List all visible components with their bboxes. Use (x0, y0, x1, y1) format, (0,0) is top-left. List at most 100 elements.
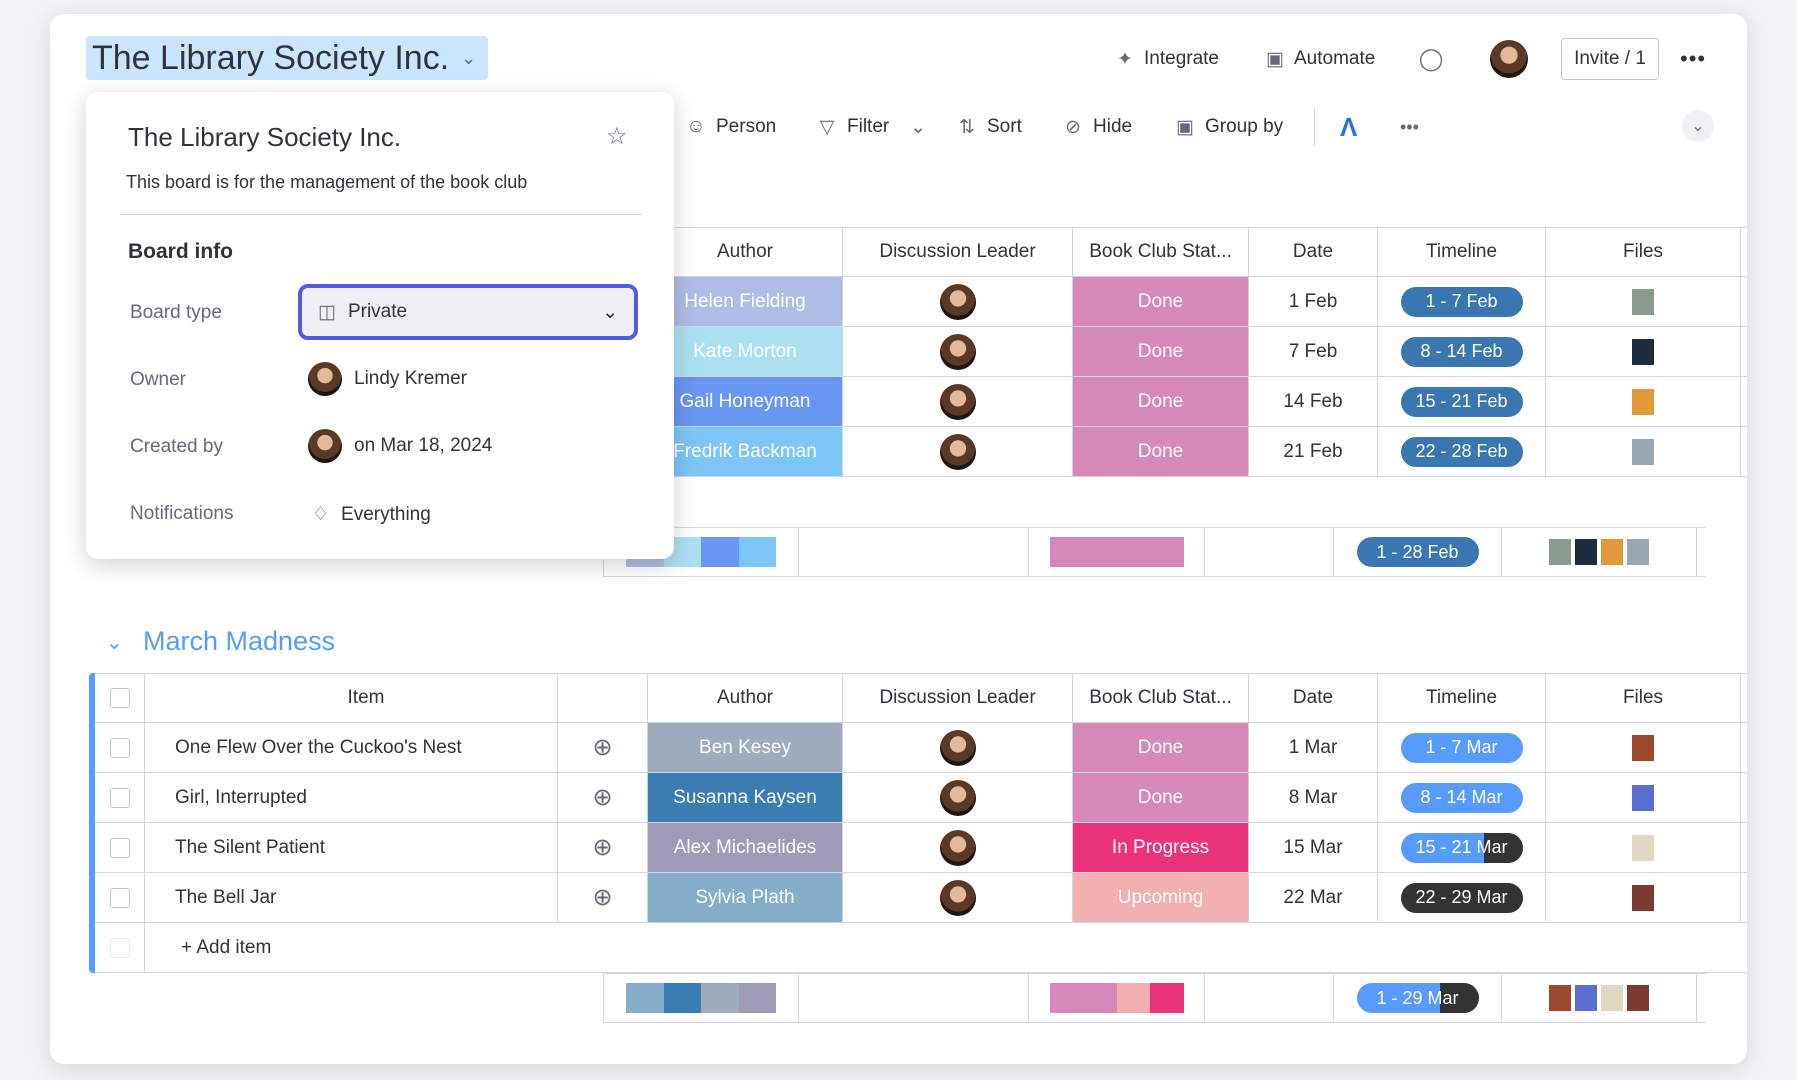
column-header[interactable]: Discussion Leader (879, 241, 1035, 263)
table-row[interactable]: One Flew Over the Cuckoo's Nest ⊕ Ben Kese… (95, 723, 1747, 773)
more-options-button[interactable]: ••• (1680, 44, 1706, 74)
discussion-leader-avatar[interactable] (939, 829, 976, 866)
file-summary-thumbnail[interactable] (1601, 985, 1623, 1011)
item-name[interactable]: The Bell Jar (175, 887, 276, 909)
status-summary-bar[interactable] (1049, 537, 1184, 567)
date-cell[interactable]: 14 Feb (1249, 377, 1378, 426)
author-cell[interactable]: Helen Fielding (648, 277, 843, 326)
column-header[interactable]: Author (717, 687, 773, 709)
timeline-pill[interactable]: 8 - 14 Feb (1400, 336, 1523, 367)
author-cell[interactable]: Fredrik Backman (648, 427, 843, 476)
discussion-leader-cell[interactable] (843, 723, 1073, 772)
ai-assistant-button[interactable]: Λ (1340, 112, 1357, 142)
file-thumbnail[interactable] (1632, 784, 1654, 811)
file-thumbnail[interactable] (1632, 388, 1654, 415)
timeline-cell[interactable]: 1 - 7 Mar (1378, 723, 1546, 772)
conversation-cell[interactable]: ⊕ (558, 723, 648, 772)
files-cell[interactable] (1546, 723, 1741, 772)
column-header[interactable]: Date (1293, 687, 1333, 709)
add-update-icon[interactable]: ⊕ (592, 783, 612, 812)
sort-button[interactable]: ⇅ Sort (956, 112, 1022, 142)
item-name[interactable]: The Silent Patient (175, 837, 325, 859)
discussion-leader-avatar[interactable] (939, 779, 976, 816)
add-item-input[interactable]: + Add item (181, 937, 271, 959)
board-type-select[interactable]: ◫ Private ⌄ (298, 284, 638, 340)
discussion-leader-avatar[interactable] (939, 283, 976, 320)
status-cell[interactable]: Upcoming (1073, 873, 1249, 922)
file-thumbnail[interactable] (1632, 834, 1654, 861)
timeline-cell[interactable]: 15 - 21 Mar (1378, 823, 1546, 872)
collapse-header-button[interactable]: ⌄ (1682, 110, 1714, 142)
discussion-leader-cell[interactable] (843, 823, 1073, 872)
timeline-cell[interactable]: 1 - 7 Feb (1378, 277, 1546, 326)
status-cell[interactable]: Done (1073, 327, 1249, 376)
timeline-summary-pill[interactable]: 1 - 29 Mar (1356, 983, 1479, 1013)
conversation-cell[interactable]: ⊕ (558, 873, 648, 922)
user-avatar[interactable] (1490, 40, 1528, 78)
file-summary-thumbnail[interactable] (1575, 985, 1597, 1011)
chevron-down-icon[interactable]: ⌄ (910, 116, 926, 139)
invite-button[interactable]: Invite / 1 (1561, 38, 1659, 80)
author-cell[interactable]: Kate Morton (648, 327, 843, 376)
file-summary-thumbnail[interactable] (1627, 539, 1649, 565)
row-checkbox[interactable] (109, 737, 130, 758)
conversation-cell[interactable]: ⊕ (558, 823, 648, 872)
author-cell[interactable]: Gail Honeyman (648, 377, 843, 426)
column-header[interactable]: Date (1293, 241, 1333, 263)
date-cell[interactable]: 15 Mar (1249, 823, 1378, 872)
item-name-cell[interactable]: Girl, Interrupted (145, 773, 558, 822)
add-update-icon[interactable]: ⊕ (592, 733, 612, 762)
timeline-summary-pill[interactable]: 1 - 28 Feb (1356, 537, 1479, 567)
status-cell[interactable]: Done (1073, 277, 1249, 326)
board-description[interactable]: This board is for the management of the … (126, 172, 527, 193)
person-filter-button[interactable]: ☺ Person (685, 112, 776, 142)
author-cell[interactable]: Ben Kesey (648, 723, 843, 772)
file-summary-thumbnail[interactable] (1549, 539, 1571, 565)
add-item-cell[interactable]: + Add item (145, 923, 1747, 972)
timeline-pill[interactable]: 15 - 21 Mar (1400, 832, 1523, 863)
date-cell[interactable]: 8 Mar (1249, 773, 1378, 822)
conversation-cell[interactable]: ⊕ (558, 773, 648, 822)
item-name-cell[interactable]: The Silent Patient (145, 823, 558, 872)
automate-button[interactable]: ▣ Automate (1264, 44, 1375, 74)
files-cell[interactable] (1546, 873, 1741, 922)
table-row[interactable]: The Silent Patient ⊕ Alex Michaelides In Pr… (95, 823, 1747, 873)
date-cell[interactable]: 1 Feb (1249, 277, 1378, 326)
files-cell[interactable] (1546, 773, 1741, 822)
author-cell[interactable]: Sylvia Plath (648, 873, 843, 922)
files-cell[interactable] (1546, 377, 1741, 426)
date-cell[interactable]: 7 Feb (1249, 327, 1378, 376)
discussion-leader-cell[interactable] (843, 277, 1073, 326)
discussion-leader-cell[interactable] (843, 377, 1073, 426)
notifications-value[interactable]: ♢ Everything (312, 503, 431, 526)
file-summary-thumbnail[interactable] (1627, 985, 1649, 1011)
file-summary-thumbnail[interactable] (1601, 539, 1623, 565)
item-name-cell[interactable]: The Bell Jar (145, 873, 558, 922)
status-cell[interactable]: Done (1073, 773, 1249, 822)
discussion-leader-avatar[interactable] (939, 879, 976, 916)
file-summary-thumbnail[interactable] (1575, 539, 1597, 565)
table-row[interactable]: The Bell Jar ⊕ Sylvia Plath Upcoming 22 Mar 2… (95, 873, 1747, 923)
add-item-row[interactable]: + Add item (95, 923, 1747, 973)
author-cell[interactable]: Alex Michaelides (648, 823, 843, 872)
discussion-leader-cell[interactable] (843, 427, 1073, 476)
timeline-pill[interactable]: 8 - 14 Mar (1400, 782, 1523, 813)
column-header[interactable]: Discussion Leader (879, 687, 1035, 709)
timeline-cell[interactable]: 22 - 28 Feb (1378, 427, 1546, 476)
item-name[interactable]: One Flew Over the Cuckoo's Nest (175, 737, 462, 759)
status-cell[interactable]: Done (1073, 427, 1249, 476)
file-thumbnail[interactable] (1632, 734, 1654, 761)
column-header[interactable]: Author (717, 241, 773, 263)
timeline-pill[interactable]: 1 - 7 Feb (1400, 286, 1523, 317)
favorite-star-icon[interactable]: ☆ (606, 122, 628, 151)
row-checkbox[interactable] (109, 887, 130, 908)
column-header[interactable]: Files (1623, 687, 1663, 709)
date-cell[interactable]: 21 Feb (1249, 427, 1378, 476)
column-header[interactable]: Book Club Stat... (1089, 687, 1232, 709)
add-update-icon[interactable]: ⊕ (592, 833, 612, 862)
discussion-leader-avatar[interactable] (939, 433, 976, 470)
add-update-icon[interactable]: ⊕ (592, 883, 612, 912)
group-by-button[interactable]: ▣ Group by (1174, 112, 1283, 142)
toolbar-more-button[interactable]: ••• (1400, 112, 1419, 142)
status-cell[interactable]: Done (1073, 377, 1249, 426)
